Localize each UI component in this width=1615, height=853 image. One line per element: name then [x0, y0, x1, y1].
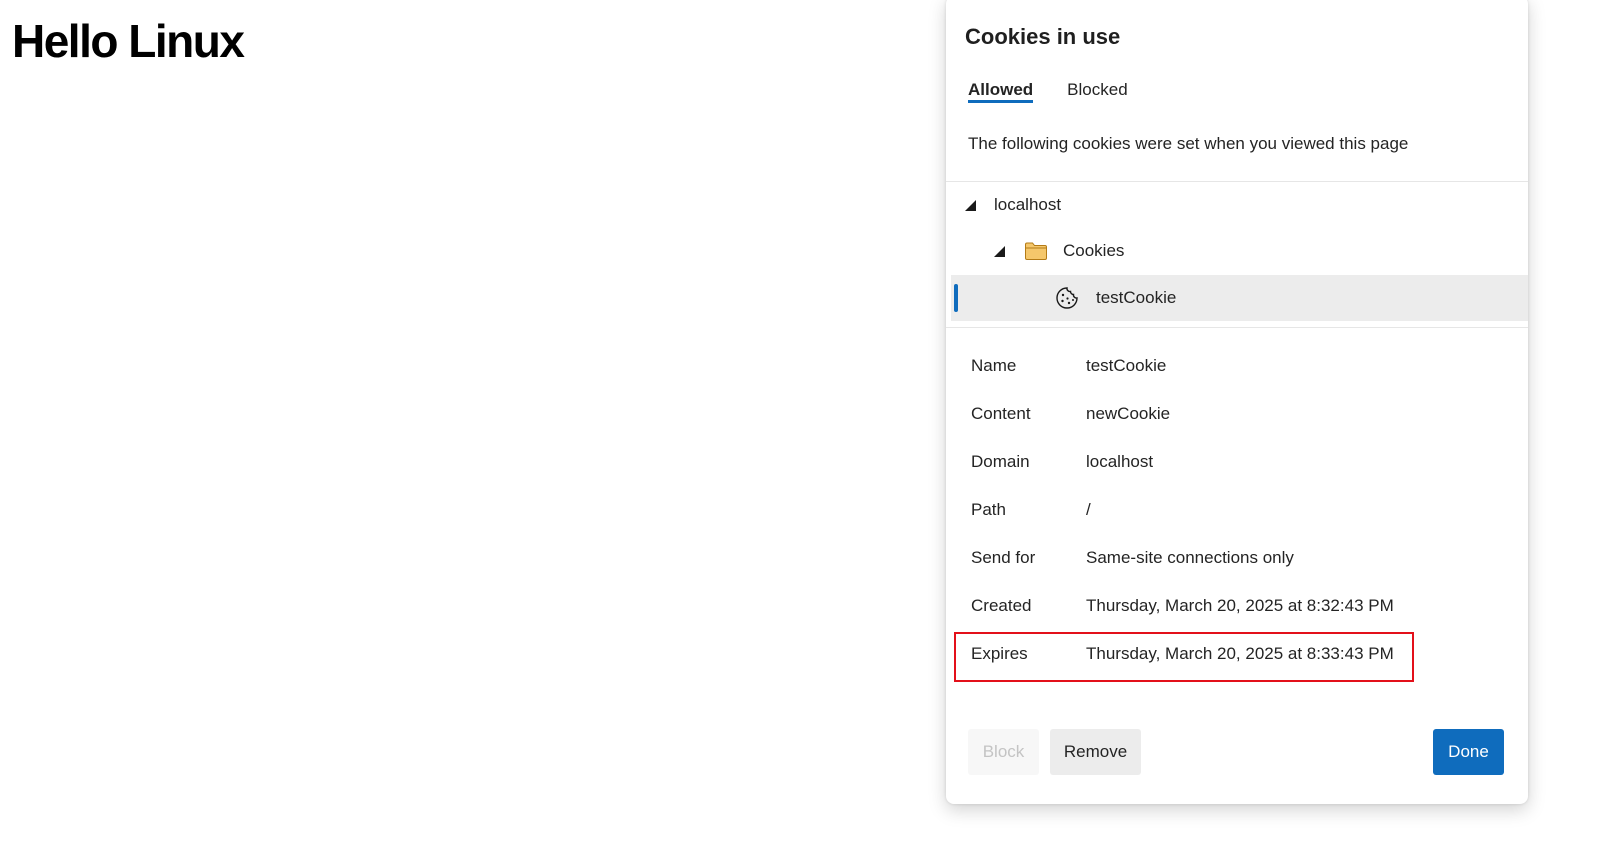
tree-item-folder[interactable]: Cookies — [951, 228, 1528, 274]
page-heading: Hello Linux — [12, 15, 245, 67]
tab-allowed[interactable]: Allowed — [968, 80, 1034, 103]
remove-button[interactable]: Remove — [1050, 729, 1141, 775]
cookies-dialog: Cookies in use Allowed Blocked The follo… — [946, 0, 1528, 804]
detail-row-content: Content newCookie — [971, 390, 1431, 438]
detail-value: Thursday, March 20, 2025 at 8:32:43 PM — [1086, 596, 1394, 615]
detail-row-name: Name testCookie — [971, 342, 1431, 390]
block-button[interactable]: Block — [968, 729, 1039, 775]
detail-value: / — [1086, 500, 1091, 519]
detail-label: Domain — [971, 452, 1030, 471]
detail-value: Same-site connections only — [1086, 548, 1294, 567]
tree-item-site-label: localhost — [994, 195, 1062, 214]
detail-label: Content — [971, 404, 1031, 423]
tree-item-folder-label: Cookies — [1063, 241, 1125, 260]
selection-indicator — [954, 284, 958, 312]
expires-highlight-box — [954, 632, 1414, 682]
tree-item-site[interactable]: localhost — [951, 182, 1528, 228]
dialog-title: Cookies in use — [965, 24, 1121, 49]
folder-icon — [1024, 241, 1048, 261]
caret-down-icon[interactable] — [965, 199, 976, 211]
detail-row-path: Path / — [971, 486, 1431, 534]
detail-label: Path — [971, 500, 1006, 519]
cookie-tabs: Allowed Blocked — [968, 80, 1128, 103]
detail-label: Created — [971, 596, 1032, 615]
tree-item-cookie-label: testCookie — [1096, 288, 1177, 307]
cookie-icon — [1055, 286, 1079, 310]
detail-row-send-for: Send for Same-site connections only — [971, 534, 1431, 582]
divider — [946, 327, 1528, 328]
done-button[interactable]: Done — [1433, 729, 1504, 775]
tab-blocked[interactable]: Blocked — [1067, 80, 1127, 103]
detail-row-created: Created Thursday, March 20, 2025 at 8:32… — [971, 582, 1431, 630]
detail-label: Name — [971, 356, 1017, 375]
detail-value: testCookie — [1086, 356, 1167, 375]
detail-value: newCookie — [1086, 404, 1171, 423]
tree-item-cookie[interactable]: testCookie — [951, 275, 1528, 321]
detail-label: Send for — [971, 548, 1036, 567]
caret-down-icon[interactable] — [994, 245, 1005, 257]
detail-row-domain: Domain localhost — [971, 438, 1431, 486]
dialog-description: The following cookies were set when you … — [968, 134, 1409, 153]
detail-value: localhost — [1086, 452, 1154, 471]
